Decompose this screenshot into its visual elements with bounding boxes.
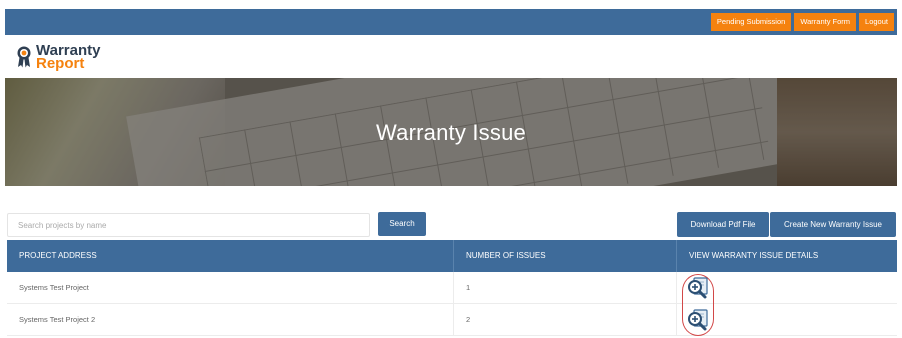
download-pdf-button[interactable]: Download Pdf File xyxy=(677,212,769,237)
cell-number-of-issues: 2 xyxy=(454,304,677,335)
header-view-details[interactable]: VIEW WARRANTY ISSUE DETAILS xyxy=(677,240,897,272)
logo-wordmark: Warranty Report xyxy=(36,43,100,71)
header-number-of-issues[interactable]: NUMBER OF ISSUES xyxy=(454,240,677,272)
create-warranty-issue-button[interactable]: Create New Warranty Issue xyxy=(770,212,896,237)
table-header: PROJECT ADDRESS NUMBER OF ISSUES VIEW WA… xyxy=(7,240,897,272)
cell-view-details xyxy=(677,302,897,336)
logout-button[interactable]: Logout xyxy=(859,13,894,31)
top-navbar: Pending Submission Warranty Form Logout xyxy=(5,9,897,35)
top-nav-links: Pending Submission Warranty Form Logout xyxy=(710,13,894,31)
zoom-in-icon[interactable] xyxy=(686,276,710,300)
site-logo[interactable]: Warranty Report xyxy=(16,43,100,71)
header-project-address[interactable]: PROJECT ADDRESS xyxy=(7,240,454,272)
search-button[interactable]: Search xyxy=(378,212,426,236)
cell-project-address: Systems Test Project xyxy=(7,272,454,303)
cell-view-details xyxy=(677,272,897,308)
pending-submission-button[interactable]: Pending Submission xyxy=(710,13,792,31)
warranty-form-button[interactable]: Warranty Form xyxy=(794,13,857,31)
zoom-in-icon[interactable] xyxy=(686,308,710,332)
page-title: Warranty Issue xyxy=(376,120,526,145)
hero-banner: Warranty Issue xyxy=(5,78,897,186)
search-input[interactable] xyxy=(7,213,370,237)
table-row: Systems Test Project 2 2 xyxy=(7,302,897,336)
projects-table: PROJECT ADDRESS NUMBER OF ISSUES VIEW WA… xyxy=(7,240,897,336)
cell-project-address: Systems Test Project 2 xyxy=(7,304,454,335)
cell-number-of-issues: 1 xyxy=(454,272,677,303)
award-ribbon-icon xyxy=(17,46,31,68)
table-row: Systems Test Project 1 xyxy=(7,272,897,308)
